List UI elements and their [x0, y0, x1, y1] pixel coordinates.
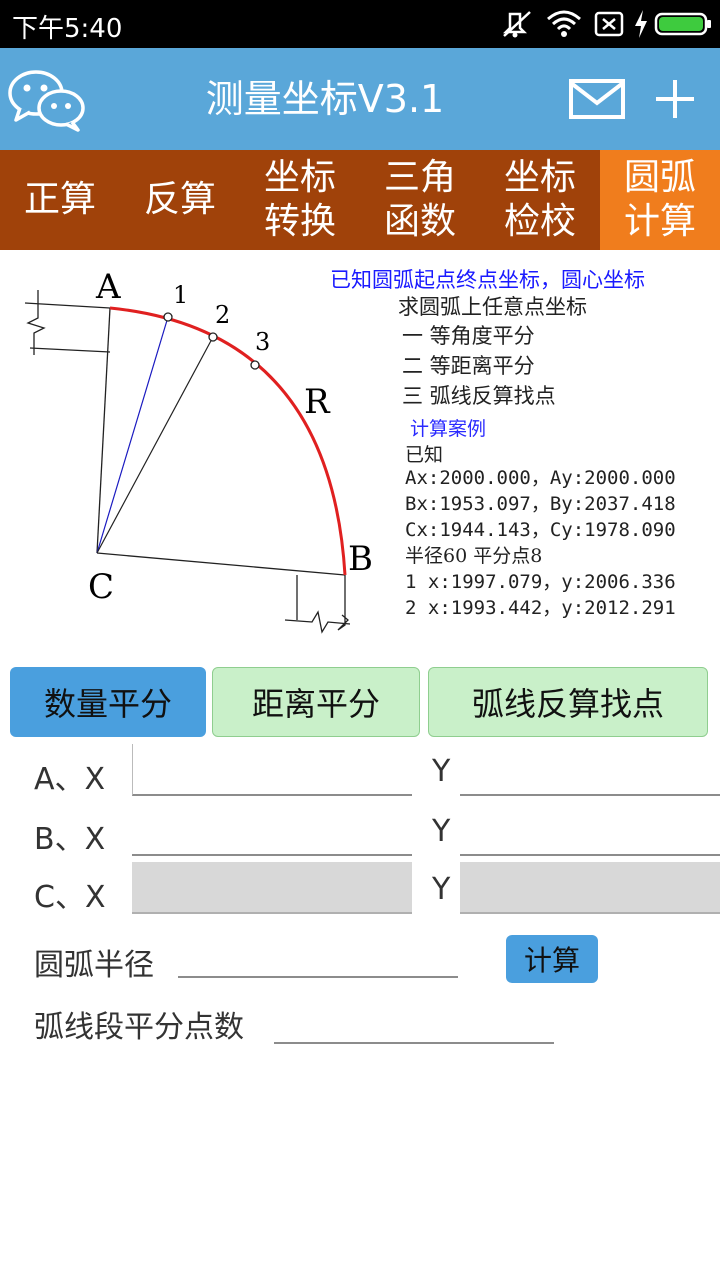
example-line: Cx:1944.143，Cy:1978.090 [405, 519, 676, 541]
tab-inverse[interactable]: 反算 [120, 150, 240, 250]
mute-icon [502, 11, 531, 38]
mode-distance-button[interactable]: 距离平分 [212, 667, 420, 737]
points-label: 弧线段平分点数 [34, 1010, 244, 1045]
mode-quantity-button[interactable]: 数量平分 [10, 667, 206, 737]
tab-coord-convert[interactable]: 坐标 转换 [240, 150, 360, 250]
tab-coord-check[interactable]: 坐标 检校 [480, 150, 600, 250]
label-a: A [95, 267, 121, 307]
app-header: 测量坐标V3.1 [0, 48, 720, 150]
wifi-icon [547, 10, 581, 37]
label-b: B [348, 539, 373, 579]
c-x-input[interactable] [132, 862, 412, 914]
arc-curve [109, 306, 347, 576]
points-input[interactable] [274, 992, 554, 1044]
battery-icon [654, 12, 711, 36]
arc-point-3 [250, 360, 260, 370]
radius-input[interactable] [178, 926, 458, 978]
b-y-label: Y [432, 814, 451, 849]
arc-point-1 [163, 312, 173, 322]
label-c: C [88, 567, 114, 607]
tab-arc-calc[interactable]: 圆弧 计算 [600, 150, 720, 250]
c-y-label: Y [432, 872, 451, 907]
tab-trig[interactable]: 三角 函数 [360, 150, 480, 250]
status-bar: 下午5:40 [0, 0, 720, 48]
tab-forward[interactable]: 正算 [0, 150, 120, 250]
b-x-label: B、X [34, 822, 106, 857]
method-3: 三 弧线反算找点 [402, 384, 556, 408]
mail-icon[interactable] [568, 78, 626, 120]
label-1: 1 [173, 281, 188, 309]
calculate-button[interactable]: 计算 [506, 935, 598, 983]
example-title: 计算案例 [410, 418, 487, 440]
plus-icon[interactable] [654, 78, 696, 120]
label-2: 2 [215, 301, 230, 329]
example-line: Ax:2000.000，Ay:2000.000 [405, 467, 676, 489]
example-line: 半径60 平分点8 [405, 545, 543, 567]
status-time: 下午5:40 [12, 14, 123, 44]
radius-label: 圆弧半径 [34, 948, 154, 983]
a-x-label: A、X [34, 762, 106, 797]
c-y-input[interactable] [460, 862, 720, 914]
no-sim-icon [594, 11, 624, 37]
tab-bar: 正算 反算 坐标 转换 三角 函数 坐标 检校 圆弧 计算 [0, 150, 720, 250]
example-line: Bx:1953.097，By:2037.418 [405, 493, 676, 515]
example-line: 2 x:1993.442，y:2012.291 [405, 597, 676, 619]
charging-icon [635, 10, 647, 38]
c-x-label: C、X [34, 880, 106, 915]
break-line-left [26, 290, 46, 355]
mode-arc-button[interactable]: 弧线反算找点 [428, 667, 708, 737]
method-2: 二 等距离平分 [402, 354, 535, 378]
b-y-input[interactable] [460, 804, 720, 856]
app-title: 测量坐标V3.1 [205, 77, 445, 121]
method-1: 一 等角度平分 [402, 324, 535, 348]
a-y-input[interactable] [460, 744, 720, 796]
info-title: 已知圆弧起点终点坐标，圆心坐标 [330, 268, 645, 292]
label-3: 3 [255, 328, 270, 356]
arc-point-2 [208, 332, 218, 342]
a-x-input[interactable] [132, 744, 412, 796]
a-y-label: Y [432, 754, 451, 789]
label-r: R [304, 382, 331, 422]
info-subtitle: 求圆弧上任意点坐标 [398, 295, 587, 319]
example-line: 1 x:1997.079，y:2006.336 [405, 571, 676, 593]
b-x-input[interactable] [132, 804, 412, 856]
